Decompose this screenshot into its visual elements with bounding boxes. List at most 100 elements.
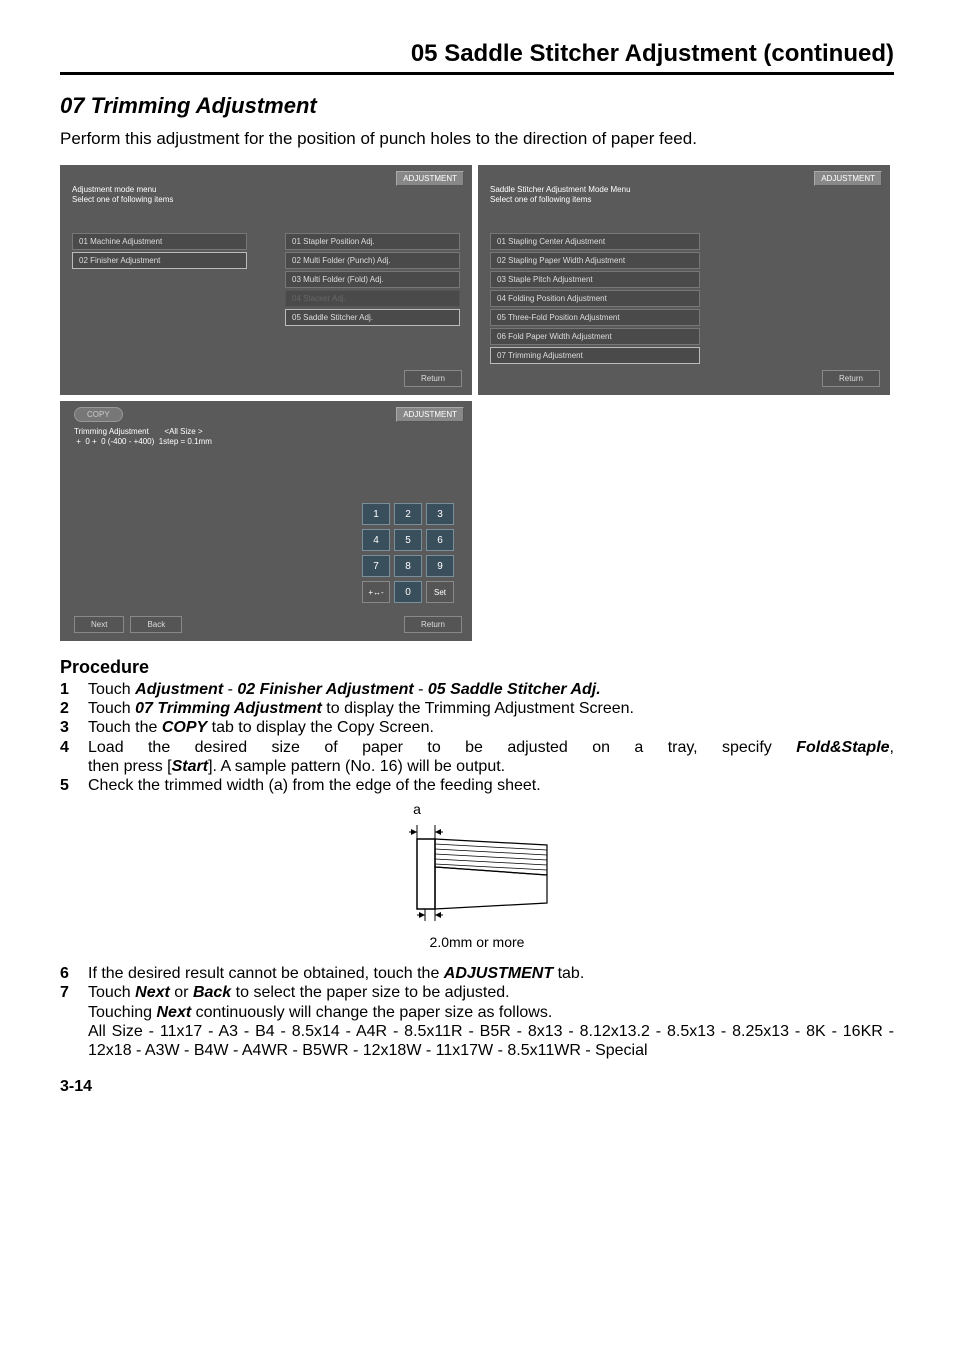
s1-c: - bbox=[223, 681, 237, 698]
step-1: 1 Touch Adjustment - 02 Finisher Adjustm… bbox=[60, 680, 894, 699]
return-button-3[interactable]: Return bbox=[404, 616, 462, 633]
adjustment-tab-label-3[interactable]: ADJUSTMENT bbox=[396, 407, 464, 422]
panel2-header-line1: Saddle Stitcher Adjustment Mode Menu bbox=[490, 185, 631, 194]
s7-b: Next bbox=[135, 984, 170, 1001]
key-9[interactable]: 9 bbox=[426, 555, 454, 577]
menu-stapling-paper-width[interactable]: 02 Stapling Paper Width Adjustment bbox=[490, 252, 700, 269]
trimming-info: Trimming Adjustment <All Size > + 0 + 0 … bbox=[74, 427, 212, 446]
diagram-caption: 2.0mm or more bbox=[60, 934, 894, 950]
diagram-svg bbox=[377, 817, 577, 927]
s3-b: COPY bbox=[162, 719, 207, 736]
menu-multi-folder-punch[interactable]: 02 Multi Folder (Punch) Adj. bbox=[285, 252, 460, 269]
key-set[interactable]: Set bbox=[426, 581, 454, 603]
s2-b: 07 Trimming Adjustment bbox=[135, 700, 322, 717]
step-6: 6 If the desired result cannot be obtain… bbox=[60, 964, 894, 983]
procedure-steps: 1 Touch Adjustment - 02 Finisher Adjustm… bbox=[60, 680, 894, 795]
s1-e: - bbox=[414, 681, 428, 698]
step-3-text: Touch the COPY tab to display the Copy S… bbox=[88, 718, 894, 737]
key-1[interactable]: 1 bbox=[362, 503, 390, 525]
section-title: 07 Trimming Adjustment bbox=[60, 93, 894, 119]
copy-tab[interactable]: COPY bbox=[74, 407, 123, 422]
s1-a: Touch bbox=[88, 681, 135, 698]
trim-line1: Trimming Adjustment <All Size > bbox=[74, 427, 203, 436]
panel2-header: Saddle Stitcher Adjustment Mode Menu Sel… bbox=[490, 185, 631, 204]
step-5: 5 Check the trimmed width (a) from the e… bbox=[60, 776, 894, 795]
return-button[interactable]: Return bbox=[404, 370, 462, 387]
menu-fold-paper-width[interactable]: 06 Fold Paper Width Adjustment bbox=[490, 328, 700, 345]
menu-stapling-center[interactable]: 01 Stapling Center Adjustment bbox=[490, 233, 700, 250]
next-button[interactable]: Next bbox=[74, 616, 124, 633]
page-header-title: 05 Saddle Stitcher Adjustment (continued… bbox=[60, 40, 894, 75]
back-button[interactable]: Back bbox=[130, 616, 182, 633]
menu-folding-position[interactable]: 04 Folding Position Adjustment bbox=[490, 290, 700, 307]
return-button-2[interactable]: Return bbox=[822, 370, 880, 387]
menu-three-fold-position[interactable]: 05 Three-Fold Position Adjustment bbox=[490, 309, 700, 326]
step-4-text: Load the desired size of paper to be adj… bbox=[88, 738, 894, 776]
s7-e: to select the paper size to be adjusted. bbox=[231, 984, 509, 1001]
panel1-left-column: 01 Machine Adjustment 02 Finisher Adjust… bbox=[72, 233, 247, 269]
panel1-header-line2: Select one of following items bbox=[72, 195, 173, 204]
s1-b: Adjustment bbox=[135, 681, 223, 698]
s4-l1-c: , bbox=[890, 739, 894, 756]
step-4: 4 Load the desired size of paper to be a… bbox=[60, 738, 894, 776]
menu-finisher-adjustment[interactable]: 02 Finisher Adjustment bbox=[72, 252, 247, 269]
s2-a: Touch bbox=[88, 700, 135, 717]
key-6[interactable]: 6 bbox=[426, 529, 454, 551]
step-3: 3 Touch the COPY tab to display the Copy… bbox=[60, 718, 894, 737]
page-number: 3-14 bbox=[60, 1078, 894, 1096]
panel2-header-line2: Select one of following items bbox=[490, 195, 591, 204]
panel1-right-column: 01 Stapler Position Adj. 02 Multi Folder… bbox=[285, 233, 460, 326]
s4-l2-c: ]. A sample pattern (No. 16) will be out… bbox=[208, 758, 505, 775]
key-3[interactable]: 3 bbox=[426, 503, 454, 525]
key-2[interactable]: 2 bbox=[394, 503, 422, 525]
s7-l2-b: Next bbox=[157, 1004, 192, 1021]
s6-b: ADJUSTMENT bbox=[444, 965, 553, 982]
step-num-3: 3 bbox=[60, 718, 88, 737]
step-2-text: Touch 07 Trimming Adjustment to display … bbox=[88, 699, 894, 718]
procedure-heading: Procedure bbox=[60, 657, 894, 678]
s7-c: or bbox=[170, 984, 193, 1001]
next-back-row: Next Back bbox=[74, 616, 182, 633]
diagram-label-a: a bbox=[0, 801, 894, 817]
screenshots-row-1: ADJUSTMENT Adjustment mode menu Select o… bbox=[60, 165, 894, 395]
procedure-steps-2: 6 If the desired result cannot be obtain… bbox=[60, 964, 894, 1060]
s1-d: 02 Finisher Adjustment bbox=[237, 681, 413, 698]
menu-saddle-stitcher[interactable]: 05 Saddle Stitcher Adj. bbox=[285, 309, 460, 326]
s7-a: Touch bbox=[88, 984, 135, 1001]
step-num-4: 4 bbox=[60, 738, 88, 776]
s7-d: Back bbox=[193, 984, 231, 1001]
menu-multi-folder-fold[interactable]: 03 Multi Folder (Fold) Adj. bbox=[285, 271, 460, 288]
step-num-1: 1 bbox=[60, 680, 88, 699]
intro-text: Perform this adjustment for the position… bbox=[60, 129, 894, 149]
adjustment-tab-label[interactable]: ADJUSTMENT bbox=[396, 171, 464, 186]
step-num-5: 5 bbox=[60, 776, 88, 795]
menu-stacker: 04 Stacker Adj. bbox=[285, 290, 460, 307]
key-0[interactable]: 0 bbox=[394, 581, 422, 603]
key-sign-toggle[interactable]: +↔- bbox=[362, 581, 390, 603]
panel1-header-line1: Adjustment mode menu bbox=[72, 185, 157, 194]
trim-line2: + 0 + 0 (-400 - +400) 1step = 0.1mm bbox=[74, 437, 212, 446]
s4-l1-b: Fold&Staple bbox=[796, 739, 889, 756]
s4-l1-a: Load the desired size of paper to be adj… bbox=[88, 739, 796, 756]
menu-stapler-position[interactable]: 01 Stapler Position Adj. bbox=[285, 233, 460, 250]
screenshot-panel-saddle-menu: ADJUSTMENT Saddle Stitcher Adjustment Mo… bbox=[478, 165, 890, 395]
s6-a: If the desired result cannot be obtained… bbox=[88, 965, 444, 982]
s7-l2-c: continuously will change the paper size … bbox=[191, 1004, 552, 1021]
key-7[interactable]: 7 bbox=[362, 555, 390, 577]
menu-machine-adjustment[interactable]: 01 Machine Adjustment bbox=[72, 233, 247, 250]
key-4[interactable]: 4 bbox=[362, 529, 390, 551]
step-7-text: Touch Next or Back to select the paper s… bbox=[88, 983, 894, 1060]
key-8[interactable]: 8 bbox=[394, 555, 422, 577]
s7-l3: All Size - 11x17 - A3 - B4 - 8.5x14 - A4… bbox=[88, 1023, 894, 1059]
s1-f: 05 Saddle Stitcher Adj. bbox=[428, 681, 601, 698]
step-num-6: 6 bbox=[60, 964, 88, 983]
s3-a: Touch the bbox=[88, 719, 162, 736]
step-6-text: If the desired result cannot be obtained… bbox=[88, 964, 894, 983]
adjustment-tab-label-2[interactable]: ADJUSTMENT bbox=[814, 171, 882, 186]
menu-staple-pitch[interactable]: 03 Staple Pitch Adjustment bbox=[490, 271, 700, 288]
diagram: a 2.0mm or more bbox=[60, 801, 894, 950]
menu-trimming-adjustment[interactable]: 07 Trimming Adjustment bbox=[490, 347, 700, 364]
s2-c: to display the Trimming Adjustment Scree… bbox=[322, 700, 634, 717]
key-5[interactable]: 5 bbox=[394, 529, 422, 551]
s3-c: tab to display the Copy Screen. bbox=[207, 719, 434, 736]
